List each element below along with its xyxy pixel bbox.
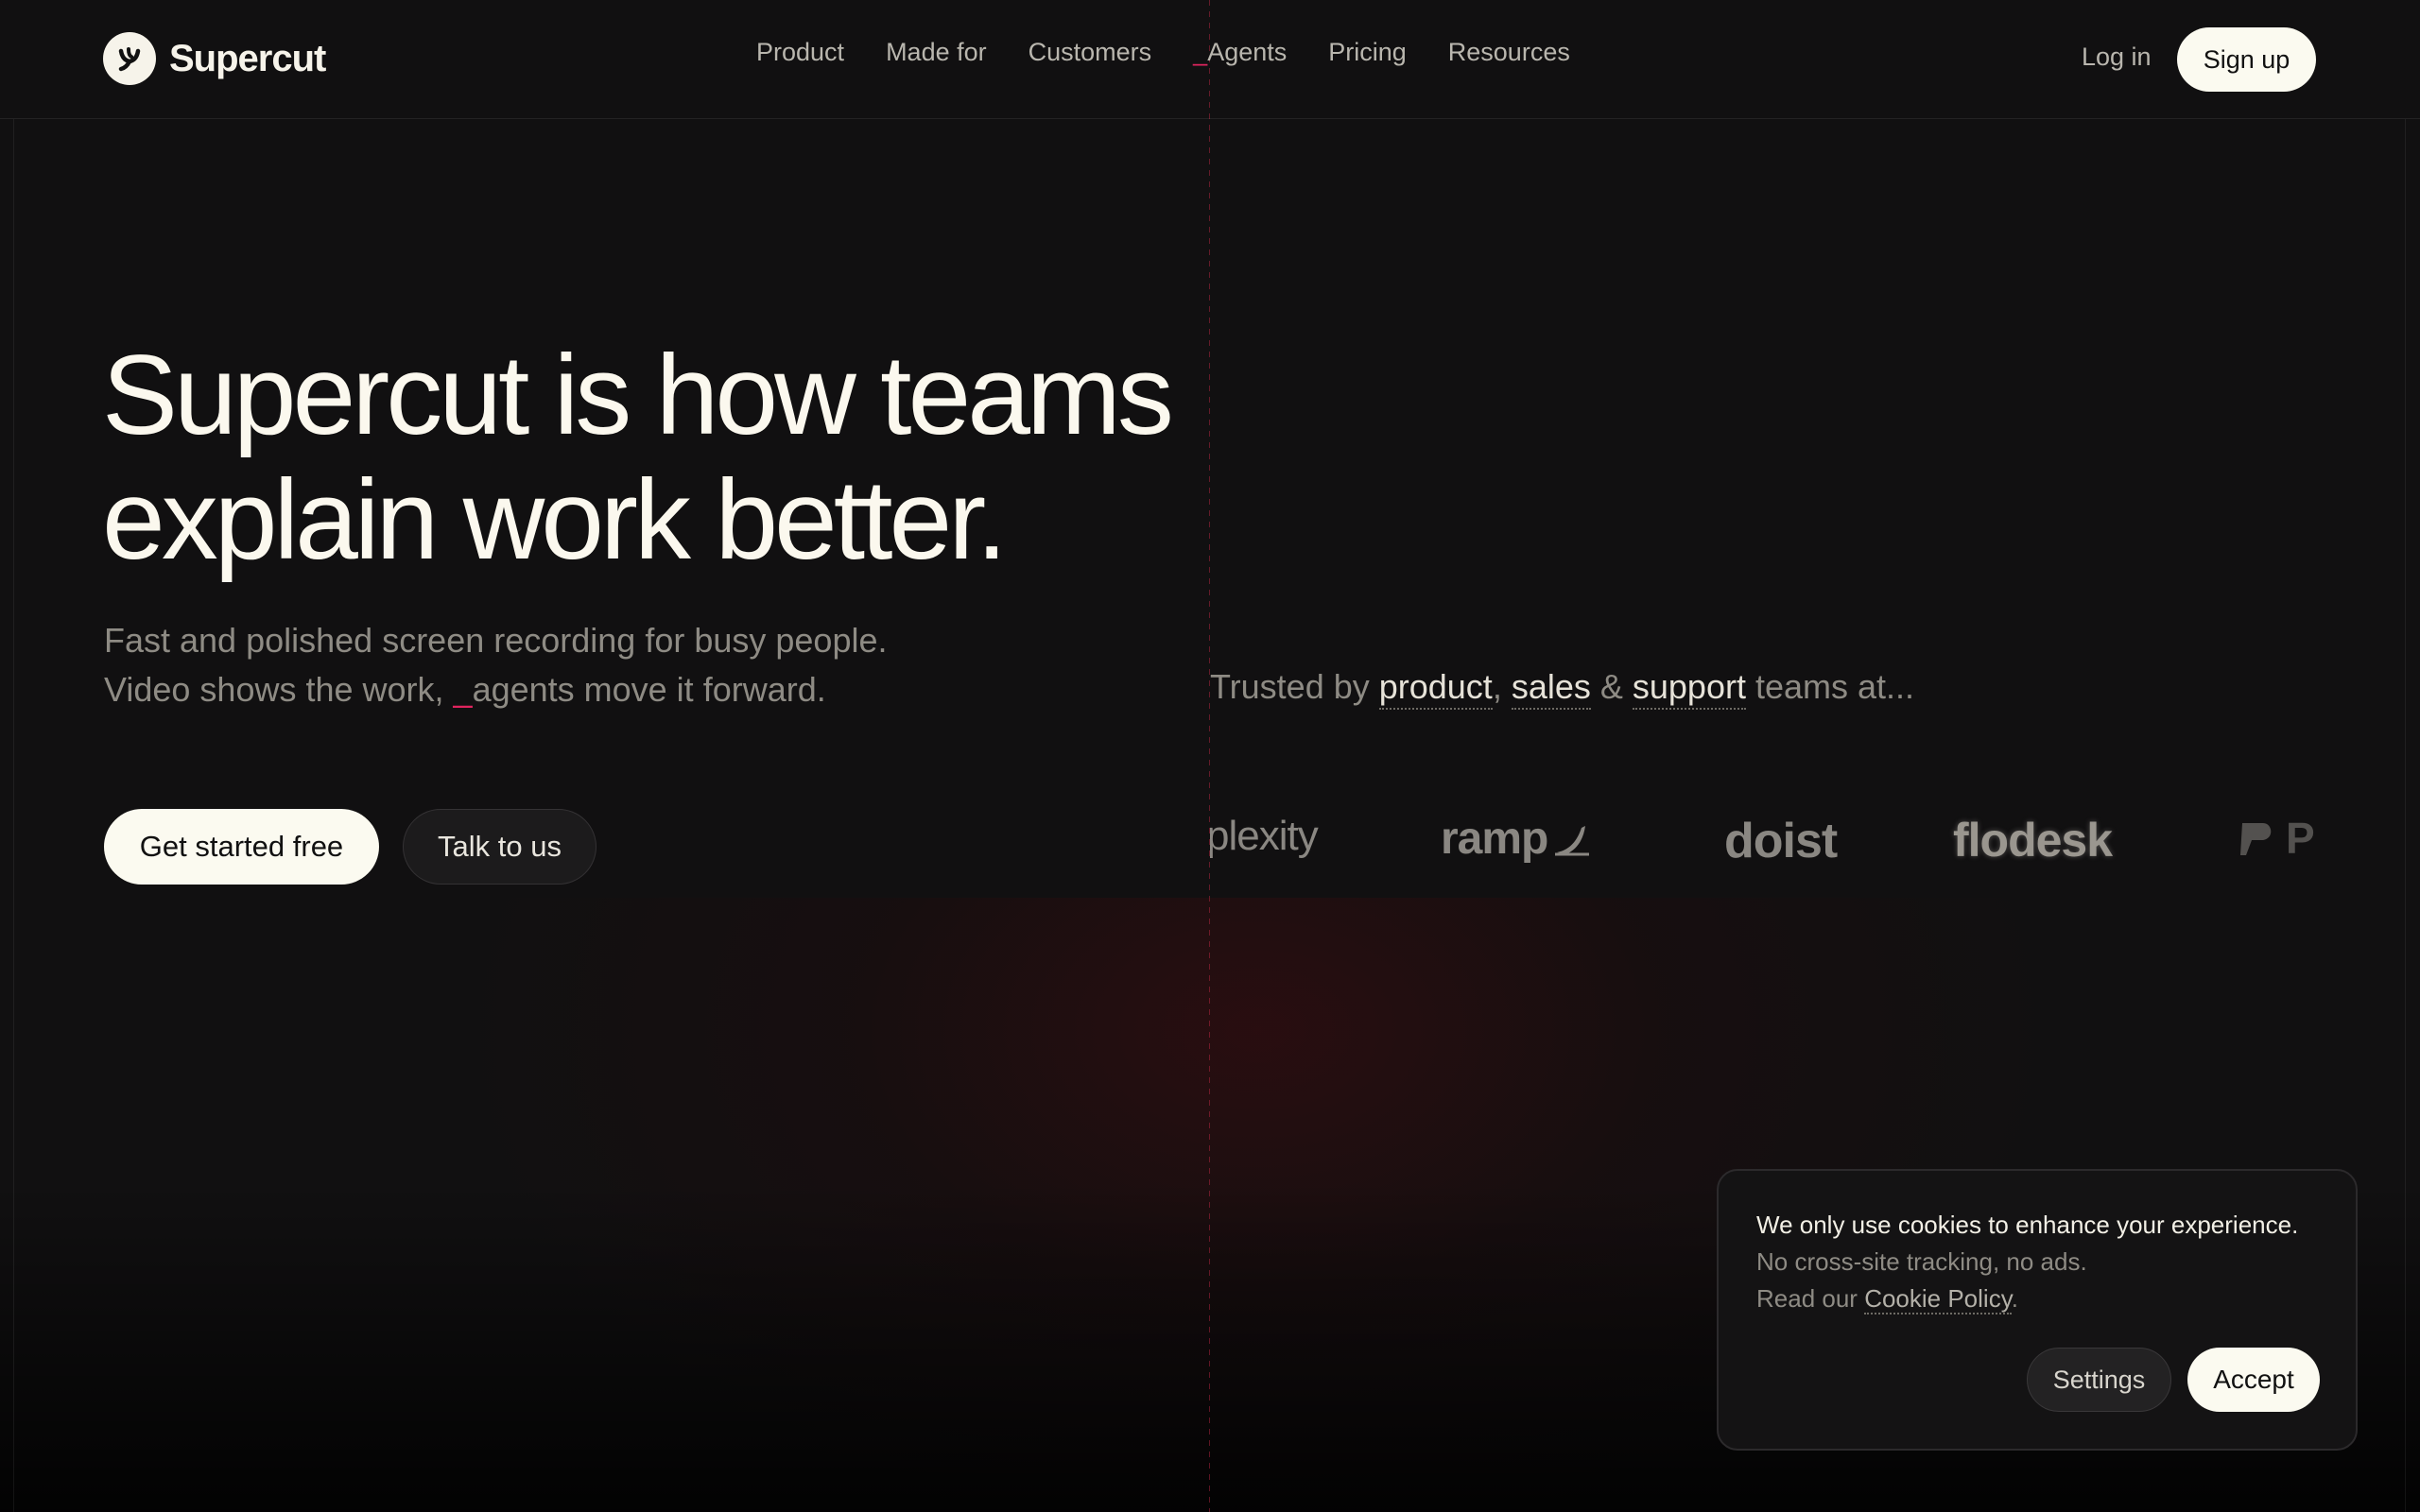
team-sales-link[interactable]: sales [1511, 667, 1591, 710]
supercut-logo-icon [103, 32, 156, 85]
hero-title-line2: explain work better. [102, 456, 1008, 583]
hero-subtitle-line2-end: agents move it forward. [472, 670, 826, 709]
get-started-button[interactable]: Get started free [104, 809, 379, 885]
team-support-link[interactable]: support [1632, 667, 1746, 710]
logo-flodesk: flodesk [1953, 814, 2113, 867]
trusted-suffix: teams at... [1745, 667, 1915, 706]
cookie-banner: We only use cookies to enhance your expe… [1717, 1169, 2358, 1451]
team-product-link[interactable]: product [1378, 667, 1493, 710]
cookie-text-rest: No cross-site tracking, no ads. [1756, 1247, 2087, 1276]
nav-item-customers[interactable]: Customers [1028, 38, 1152, 67]
trusted-sep2: & [1590, 667, 1633, 706]
logo-partial: P [2238, 813, 2315, 864]
hero-subtitle-line2-start: Video shows the work, [104, 670, 454, 709]
nav-item-pricing[interactable]: Pricing [1328, 38, 1407, 67]
guide-line-center [1209, 0, 1210, 1512]
nav-item-made-for[interactable]: Made for [886, 38, 987, 67]
cookie-settings-button[interactable]: Settings [2027, 1348, 2171, 1412]
customer-logo-strip: plexity ramp doist flodesk P [1210, 803, 2316, 888]
cookie-policy-link[interactable]: Cookie Policy [1864, 1284, 2012, 1314]
hero-subtitle-underscore: _ [453, 670, 473, 709]
agents-underscore: _ [1193, 38, 1208, 66]
cookie-read-suffix: . [2011, 1284, 2019, 1313]
brand-name: Supercut [169, 37, 326, 79]
nav-item-product[interactable]: Product [756, 38, 844, 67]
guide-line-right [2405, 119, 2406, 1512]
main-nav: Product Made for Customers _Agents Prici… [756, 38, 1612, 67]
cookie-text: We only use cookies to enhance your expe… [1756, 1207, 2333, 1317]
signup-button[interactable]: Sign up [2177, 27, 2316, 92]
partial-brand-icon [2240, 823, 2272, 855]
login-link[interactable]: Log in [2082, 43, 2152, 72]
logo-link[interactable]: Supercut [103, 32, 326, 85]
nav-item-agents[interactable]: _Agents [1193, 38, 1287, 67]
cookie-read-prefix: Read our [1756, 1284, 1865, 1313]
hero-title-line1: Supercut is how teams [102, 332, 1174, 458]
cookie-accept-button[interactable]: Accept [2187, 1348, 2320, 1412]
hero-title: Supercut is how teams explain work bette… [102, 333, 1331, 582]
logo-doist: doist [1724, 814, 1838, 868]
guide-line-left [13, 119, 14, 1512]
logo-ramp: ramp [1441, 813, 1591, 865]
trusted-by-line: Trusted by product, sales & support team… [1210, 667, 1915, 710]
site-header: Supercut Product Made for Customers _Age… [0, 0, 2420, 119]
ramp-swoosh-icon [1555, 825, 1590, 855]
logo-plexity: plexity [1210, 813, 1319, 859]
trusted-sep1: , [1492, 667, 1512, 706]
page: Supercut Product Made for Customers _Age… [0, 0, 2420, 1512]
trusted-prefix: Trusted by [1210, 667, 1379, 706]
hero-subtitle: Fast and polished screen recording for b… [104, 616, 1144, 714]
talk-to-us-button[interactable]: Talk to us [403, 809, 596, 885]
logo-partial-text: P [2286, 814, 2315, 863]
nav-item-resources[interactable]: Resources [1448, 38, 1570, 67]
hero-subtitle-line1: Fast and polished screen recording for b… [104, 621, 888, 660]
logo-ramp-text: ramp [1441, 814, 1548, 864]
nav-item-agents-label: Agents [1207, 38, 1288, 66]
cookie-text-strong: We only use cookies to enhance your expe… [1756, 1211, 2299, 1239]
